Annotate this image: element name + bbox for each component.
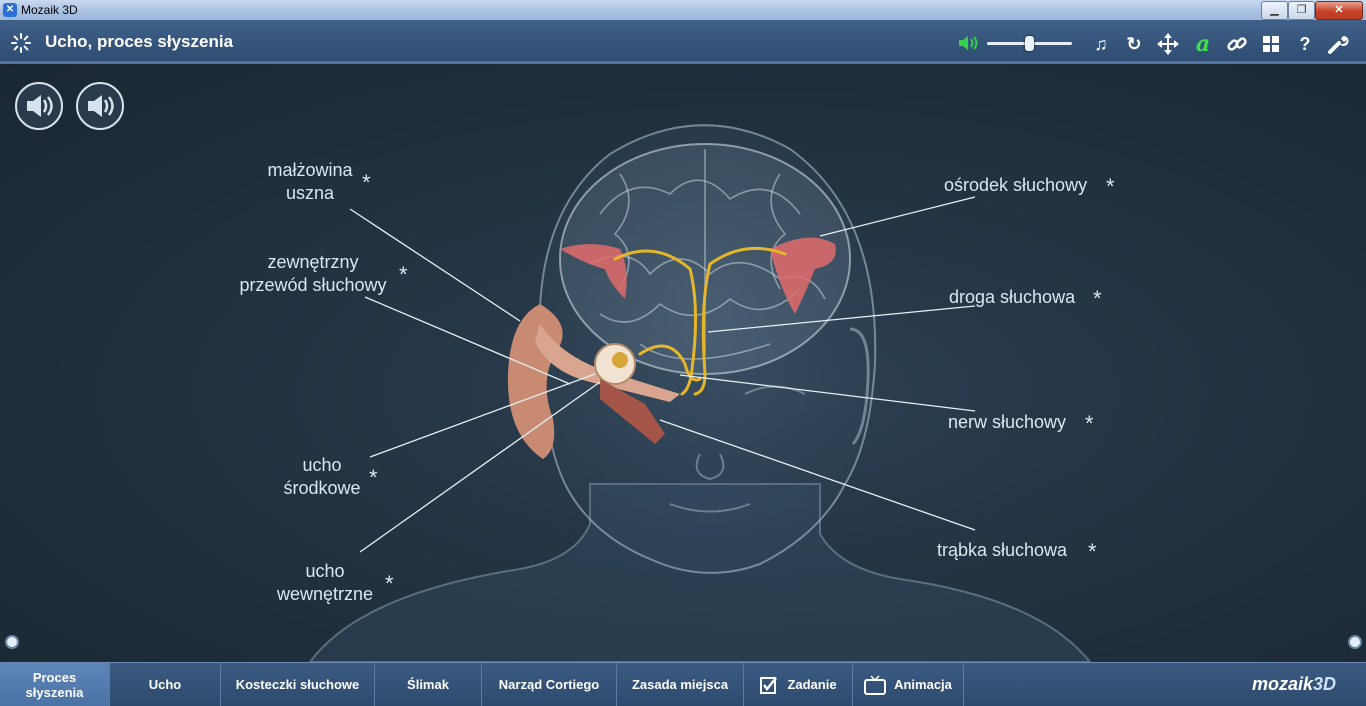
label-droga-sluchowa[interactable]: droga słuchowa	[949, 286, 1075, 309]
tab-narzad-cortiego[interactable]: Narząd Cortiego	[482, 663, 617, 706]
music-icon[interactable]: ♫	[1090, 33, 1112, 55]
tab-label: Animacja	[894, 677, 952, 692]
tab-label: Ucho	[148, 677, 182, 692]
reset-icon[interactable]: ↻	[1123, 33, 1145, 55]
tv-icon	[864, 674, 887, 695]
task-icon	[760, 676, 778, 694]
speaker-icon[interactable]	[958, 35, 980, 51]
tab-animacja[interactable]: Animacja	[853, 663, 964, 706]
label-osrodek-sluchowy[interactable]: ośrodek słuchowy	[944, 174, 1087, 197]
move-icon[interactable]	[1157, 33, 1179, 55]
label-ucho-wewnetrzne[interactable]: ucho wewnętrzne	[266, 560, 384, 606]
3d-stage[interactable]: małżowina uszna * zewnętrzny przewód słu…	[0, 64, 1366, 662]
tab-ucho[interactable]: Ucho	[110, 663, 221, 706]
maximize-button[interactable]: ❐	[1288, 1, 1315, 20]
info-star-icon[interactable]: *	[369, 465, 378, 491]
tab-zadanie[interactable]: Zadanie	[744, 663, 853, 706]
label-line: wewnętrzne	[276, 584, 374, 604]
tab-proces-slyszenia[interactable]: Proces słyszenia	[0, 663, 110, 706]
label-line: ucho	[305, 561, 345, 581]
info-star-icon[interactable]: *	[399, 262, 408, 288]
tab-label: Zasada miejsca	[631, 677, 729, 692]
tab-label: Kosteczki słuchowe	[235, 677, 360, 692]
prev-nav-dot[interactable]	[5, 635, 19, 649]
label-malzowina-uszna[interactable]: małżowina uszna	[258, 159, 362, 205]
link-icon[interactable]	[1226, 33, 1248, 55]
settings-icon[interactable]	[1327, 33, 1349, 55]
info-star-icon[interactable]: *	[1088, 539, 1097, 565]
tab-label: słyszenia	[25, 684, 84, 700]
label-przewod-sluchowy[interactable]: zewnętrzny przewód słuchowy	[228, 251, 398, 297]
tab-label: Zadanie	[787, 677, 837, 692]
next-nav-dot[interactable]	[1348, 635, 1362, 649]
label-nerw-sluchowy[interactable]: nerw słuchowy	[948, 411, 1066, 434]
label-line: zewnętrzny	[267, 252, 359, 272]
app-icon: ✕	[3, 3, 17, 17]
help-icon[interactable]: ?	[1294, 33, 1316, 55]
window-titlebar: ✕ Mozaik 3D ▁ ❐ ✕	[0, 0, 1366, 20]
info-star-icon[interactable]: *	[385, 571, 394, 597]
brand-part: mozaik	[1252, 674, 1314, 694]
info-star-icon[interactable]: *	[1106, 174, 1115, 200]
tab-label: Narząd Cortiego	[498, 677, 600, 692]
label-ucho-srodkowe[interactable]: ucho środkowe	[275, 454, 369, 500]
window-title: Mozaik 3D	[21, 3, 78, 17]
tab-label: Proces	[32, 669, 77, 685]
tab-kosteczki-sluchowe[interactable]: Kosteczki słuchowe	[221, 663, 375, 706]
label-line: małżowina	[267, 160, 353, 180]
label-line: środkowe	[283, 478, 361, 498]
info-star-icon[interactable]: *	[1085, 411, 1094, 437]
tab-zasada-miejsca[interactable]: Zasada miejsca	[617, 663, 744, 706]
brand-part: 3D	[1313, 674, 1337, 694]
close-button[interactable]: ✕	[1315, 1, 1363, 20]
info-star-icon[interactable]: *	[1093, 286, 1102, 312]
label-pointer-lines	[349, 196, 976, 553]
label-trabka-sluchowa[interactable]: trąbka słuchowa	[937, 539, 1067, 562]
brand-logo: mozaik3D	[1252, 674, 1336, 695]
page-title: Ucho, proces słyszenia	[45, 32, 234, 51]
bottom-tab-bar: Proces słyszenia Ucho Kosteczki słuchowe…	[0, 662, 1366, 706]
volume-knob[interactable]	[1025, 36, 1034, 51]
tab-label: Ślimak	[407, 677, 449, 692]
minimize-button[interactable]: ▁	[1261, 1, 1288, 20]
font-icon[interactable]: a	[1192, 33, 1214, 55]
loader-icon[interactable]	[10, 32, 32, 54]
label-line: przewód słuchowy	[239, 275, 387, 295]
grid-icon[interactable]	[1260, 33, 1282, 55]
label-line: ucho	[302, 455, 342, 475]
app-header: Ucho, proces słyszenia ♫ ↻ a ?	[0, 20, 1366, 64]
info-star-icon[interactable]: *	[362, 170, 371, 196]
label-line: uszna	[285, 183, 335, 203]
tab-slimak[interactable]: Ślimak	[375, 663, 482, 706]
volume-slider[interactable]	[987, 36, 1072, 51]
